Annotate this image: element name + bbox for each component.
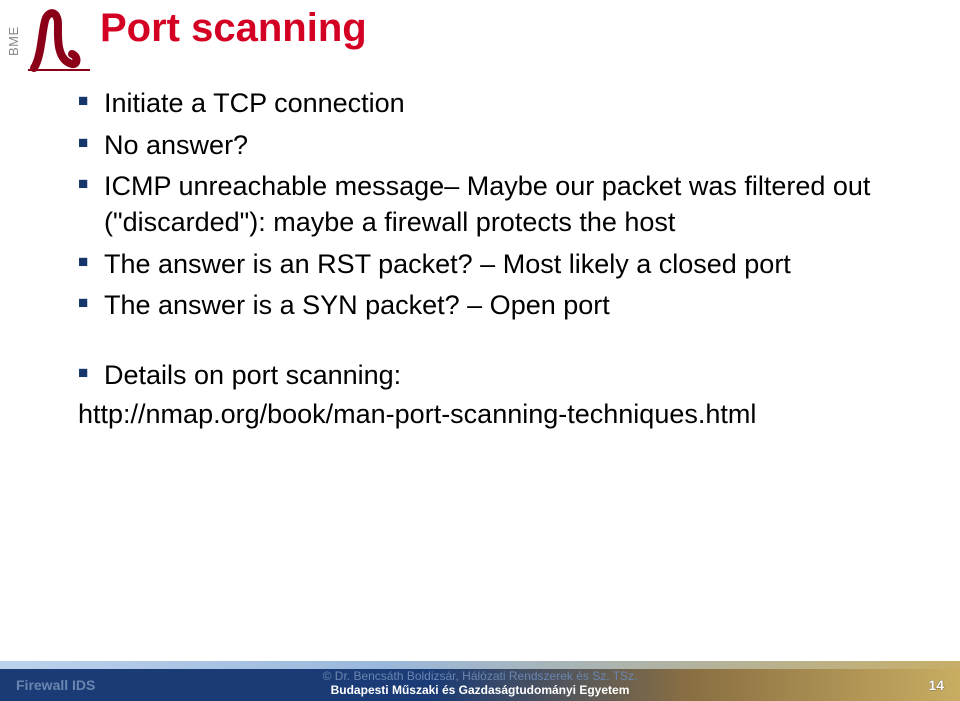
content-area: Initiate a TCP connection No answer? ICM… bbox=[78, 86, 878, 430]
page-number: 14 bbox=[928, 677, 944, 693]
bullet-item: Initiate a TCP connection bbox=[78, 86, 878, 122]
footer-band-light bbox=[0, 661, 960, 669]
footer: Firewall IDS © Dr. Bencsáth Boldizsár, H… bbox=[0, 661, 960, 701]
bullet-text: The answer is a SYN packet? – Open port bbox=[104, 290, 610, 320]
bullet-item: ICMP unreachable message– Maybe our pack… bbox=[78, 169, 878, 240]
bullet-item: The answer is an RST packet? – Most like… bbox=[78, 247, 878, 283]
bullet-item: Details on port scanning: bbox=[78, 358, 878, 394]
h-logo-icon bbox=[28, 6, 90, 76]
footer-copyright: © Dr. Bencsáth Boldizsár, Hálózati Rends… bbox=[0, 669, 960, 683]
link-text: http://nmap.org/book/man-port-scanning-t… bbox=[78, 399, 878, 430]
bullet-item: The answer is a SYN packet? – Open port bbox=[78, 288, 878, 324]
logo: BME bbox=[0, 6, 96, 78]
bullet-item: No answer? bbox=[78, 128, 878, 164]
bullet-text: Initiate a TCP connection bbox=[104, 88, 405, 118]
bullet-text: ICMP unreachable message– Maybe our pack… bbox=[104, 171, 870, 237]
bullet-text: The answer is an RST packet? – Most like… bbox=[104, 249, 791, 279]
bullet-text: No answer? bbox=[104, 130, 248, 160]
footer-center: © Dr. Bencsáth Boldizsár, Hálózati Rends… bbox=[0, 669, 960, 697]
footer-university: Budapesti Műszaki és Gazdaságtudományi E… bbox=[0, 683, 960, 697]
slide: BME Port scanning Initiate a TCP connect… bbox=[0, 0, 960, 701]
slide-title: Port scanning bbox=[100, 6, 367, 51]
bullet-text: Details on port scanning: bbox=[104, 360, 401, 390]
bme-text: BME bbox=[6, 26, 21, 56]
